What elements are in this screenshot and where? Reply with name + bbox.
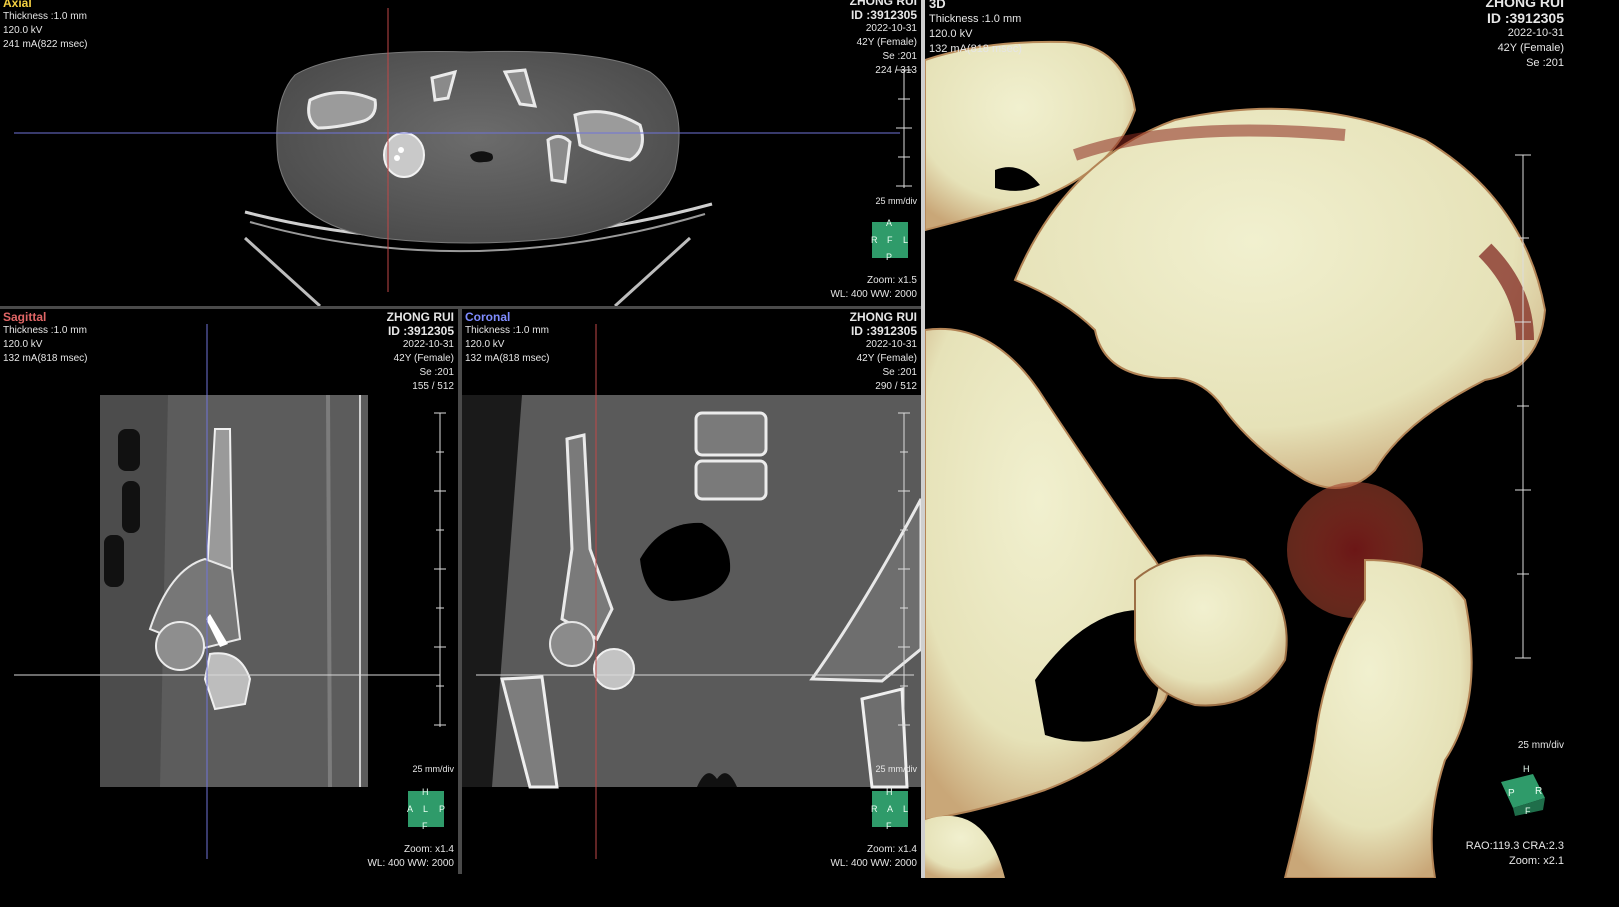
axial-slice-index: 224 / 313 xyxy=(875,65,917,76)
sagittal-info-right: ZHONG RUI ID :3912305 2022-10-31 42Y (Fe… xyxy=(387,310,454,394)
cube-label-left: R xyxy=(871,804,878,814)
three-d-angles: RAO:119.3 CRA:2.3 xyxy=(1465,840,1564,852)
cube-label-top: H xyxy=(1523,764,1530,774)
three-d-info-left: 3D Thickness :1.0 mm 120.0 kV 132 mA(818… xyxy=(929,0,1022,57)
coronal-orientation-cube[interactable]: H R A L F xyxy=(871,787,909,831)
coronal-patient-id: ID :3912305 xyxy=(850,324,917,338)
sagittal-slice-index: 155 / 512 xyxy=(412,381,454,392)
coronal-patient-name: ZHONG RUI xyxy=(849,310,917,324)
three-d-kv: 120.0 kV xyxy=(929,28,973,40)
sagittal-zoom-info: Zoom: x1.4 WL: 400 WW: 2000 xyxy=(367,843,454,871)
three-d-patient-name: ZHONG RUI xyxy=(1485,0,1564,10)
sagittal-patient-id: ID :3912305 xyxy=(387,324,454,338)
sagittal-orientation-cube[interactable]: H A L P F xyxy=(407,787,446,831)
cube-label-bottom: F xyxy=(886,821,892,831)
three-d-scale-label: 25 mm/div xyxy=(1517,740,1564,751)
three-d-render[interactable] xyxy=(925,0,1568,878)
coronal-slice-index: 290 / 512 xyxy=(875,381,917,392)
cube-label-right: L xyxy=(903,804,909,814)
coronal-zoom: Zoom: x1.4 xyxy=(866,844,917,855)
three-d-study-date: 2022-10-31 xyxy=(1507,27,1564,39)
axial-zoom: Zoom: x1.5 xyxy=(866,275,917,286)
coronal-age-sex: 42Y (Female) xyxy=(856,353,917,364)
cube-label-left: P xyxy=(1508,788,1515,799)
sagittal-window: WL: 400 WW: 2000 xyxy=(367,858,454,869)
cube-label-right: L xyxy=(903,235,909,245)
sagittal-thickness: Thickness :1.0 mm xyxy=(3,325,87,336)
sagittal-info-left: Sagittal Thickness :1.0 mm 120.0 kV 132 … xyxy=(3,310,87,366)
cube-label-top: H xyxy=(886,787,893,797)
cube-label-center: L xyxy=(423,804,429,814)
three-d-orientation-cube[interactable]: H P R F xyxy=(1499,764,1547,816)
axial-age-sex: 42Y (Female) xyxy=(856,37,917,48)
three-d-ma: 132 mA(818 msec) xyxy=(929,43,1022,55)
sagittal-age-sex: 42Y (Female) xyxy=(393,353,454,364)
axial-view-title: Axial xyxy=(3,0,32,10)
cube-label-center: F xyxy=(887,235,893,245)
coronal-study-date: 2022-10-31 xyxy=(865,339,917,350)
axial-ma: 241 mA(822 msec) xyxy=(3,39,88,50)
axial-study-date: 2022-10-31 xyxy=(865,23,917,34)
coronal-series: Se :201 xyxy=(882,367,917,378)
three-d-zoom-info: RAO:119.3 CRA:2.3 Zoom: x2.1 xyxy=(1466,839,1564,869)
axial-kv: 120.0 kV xyxy=(3,25,43,36)
sagittal-view-title: Sagittal xyxy=(3,310,47,324)
coronal-kv: 120.0 kV xyxy=(465,339,505,350)
axial-patient-name: ZHONG RUI xyxy=(849,0,917,8)
axial-series: Se :201 xyxy=(882,51,917,62)
sagittal-kv: 120.0 kV xyxy=(3,339,43,350)
axial-orientation-cube[interactable]: A R F L P xyxy=(871,218,909,262)
axial-viewport[interactable]: Axial Thickness :1.0 mm 120.0 kV 241 mA(… xyxy=(0,0,921,306)
cube-label-top: H xyxy=(422,787,429,797)
viewport-divider-mpr[interactable] xyxy=(458,309,462,874)
cube-label-right: R xyxy=(1535,786,1543,797)
three-d-info-right: ZHONG RUI ID :3912305 2022-10-31 42Y (Fe… xyxy=(1485,0,1564,71)
sagittal-zoom: Zoom: x1.4 xyxy=(403,844,454,855)
cube-label-bottom: P xyxy=(886,252,893,262)
sagittal-scale-label: 25 mm/div xyxy=(412,764,454,774)
cube-label-bottom: F xyxy=(422,821,428,831)
cube-label-right: P xyxy=(439,804,446,814)
sagittal-patient-name: ZHONG RUI xyxy=(386,310,454,324)
coronal-scale-label: 25 mm/div xyxy=(875,764,917,774)
cube-label-left: R xyxy=(871,235,878,245)
sagittal-ma: 132 mA(818 msec) xyxy=(3,353,88,364)
three-d-series: Se :201 xyxy=(1526,57,1564,69)
three-d-patient-id: ID :3912305 xyxy=(1486,10,1564,26)
three-d-thickness: Thickness :1.0 mm xyxy=(929,13,1022,25)
cube-label-center: A xyxy=(887,804,894,814)
sagittal-series: Se :201 xyxy=(419,367,454,378)
cube-label-left: A xyxy=(407,804,414,814)
coronal-zoom-info: Zoom: x1.4 WL: 400 WW: 2000 xyxy=(830,843,917,871)
axial-patient-id: ID :3912305 xyxy=(850,8,917,22)
axial-window: WL: 400 WW: 2000 xyxy=(830,289,917,300)
sagittal-study-date: 2022-10-31 xyxy=(402,339,454,350)
axial-info-left: Axial Thickness :1.0 mm 120.0 kV 241 mA(… xyxy=(3,0,87,52)
coronal-info-right: ZHONG RUI ID :3912305 2022-10-31 42Y (Fe… xyxy=(850,310,917,394)
axial-scale-label: 25 mm/div xyxy=(875,196,917,206)
coronal-viewport[interactable]: Coronal Thickness :1.0 mm 120.0 kV 132 m… xyxy=(462,309,921,874)
three-d-age-sex: 42Y (Female) xyxy=(1497,42,1564,54)
three-d-view-title: 3D xyxy=(929,0,946,11)
axial-thickness: Thickness :1.0 mm xyxy=(3,11,87,22)
coronal-info-left: Coronal Thickness :1.0 mm 120.0 kV 132 m… xyxy=(465,310,549,366)
three-d-zoom: Zoom: x2.1 xyxy=(1508,855,1564,867)
sagittal-viewport[interactable]: Sagittal Thickness :1.0 mm 120.0 kV 132 … xyxy=(0,309,458,874)
cube-label-top: A xyxy=(886,218,893,228)
coronal-window: WL: 400 WW: 2000 xyxy=(830,858,917,869)
coronal-thickness: Thickness :1.0 mm xyxy=(465,325,549,336)
axial-ct-image[interactable] xyxy=(0,0,921,306)
axial-zoom-info: Zoom: x1.5 WL: 400 WW: 2000 xyxy=(830,274,917,302)
coronal-ma: 132 mA(818 msec) xyxy=(465,353,550,364)
coronal-view-title: Coronal xyxy=(465,310,511,324)
cube-label-bottom: F xyxy=(1525,806,1531,816)
three-d-viewport[interactable]: 3D Thickness :1.0 mm 120.0 kV 132 mA(818… xyxy=(925,0,1568,878)
axial-info-right: ZHONG RUI ID :3912305 2022-10-31 42Y (Fe… xyxy=(850,0,917,78)
